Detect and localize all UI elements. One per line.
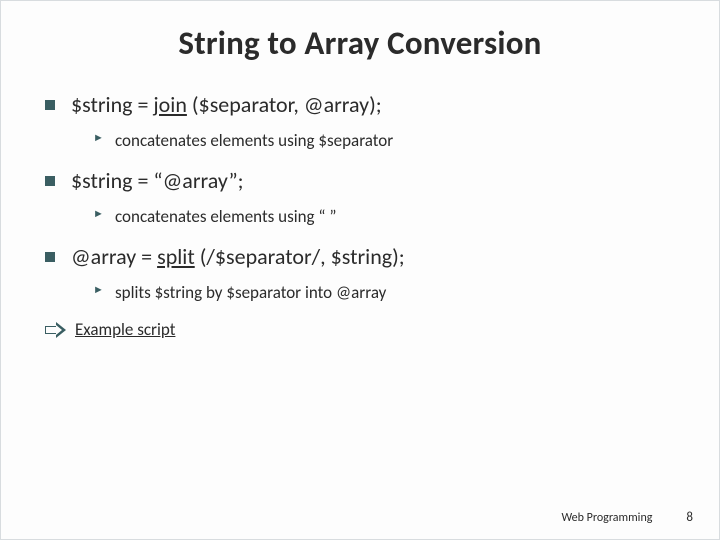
sub-item-text: concatenates elements using $separator — [115, 130, 393, 151]
example-row: Example script — [31, 319, 689, 340]
page-number: 8 — [686, 510, 693, 525]
item-text-underlined: split — [157, 243, 195, 270]
bullet-list: $string = join ($separator, @array); con… — [31, 91, 689, 303]
sub-list: splits $string by $separator into @array — [71, 282, 689, 303]
sub-item-text: concatenates elements using “ ” — [115, 206, 336, 227]
footer-label: Web Programming — [561, 511, 652, 525]
sub-list: concatenates elements using “ ” — [71, 206, 689, 227]
slide: String to Array Conversion $string = joi… — [1, 1, 719, 539]
example-script-link[interactable]: Example script — [75, 319, 175, 340]
item-text-pre: $string = — [71, 91, 153, 118]
sub-item: splits $string by $separator into @array — [93, 282, 689, 303]
list-item: $string = “@array”; concatenates element… — [45, 167, 689, 227]
arrow-right-icon — [45, 323, 65, 337]
item-text-pre: @array = — [71, 243, 157, 270]
item-text-underlined: join — [153, 91, 186, 118]
footer: Web Programming 8 — [561, 510, 693, 525]
item-text-post: ($separator, @array); — [187, 91, 382, 118]
sub-item: concatenates elements using “ ” — [93, 206, 689, 227]
sub-item: concatenates elements using $separator — [93, 130, 689, 151]
list-item: @array = split (/$separator/, $string); … — [45, 243, 689, 303]
list-item: $string = join ($separator, @array); con… — [45, 91, 689, 151]
item-text-post: (/$separator/, $string); — [195, 243, 405, 270]
sub-list: concatenates elements using $separator — [71, 130, 689, 151]
sub-item-text: splits $string by $separator into @array — [115, 282, 386, 303]
item-text-pre: $string = “@array”; — [71, 167, 244, 194]
slide-title: String to Array Conversion — [31, 23, 689, 63]
